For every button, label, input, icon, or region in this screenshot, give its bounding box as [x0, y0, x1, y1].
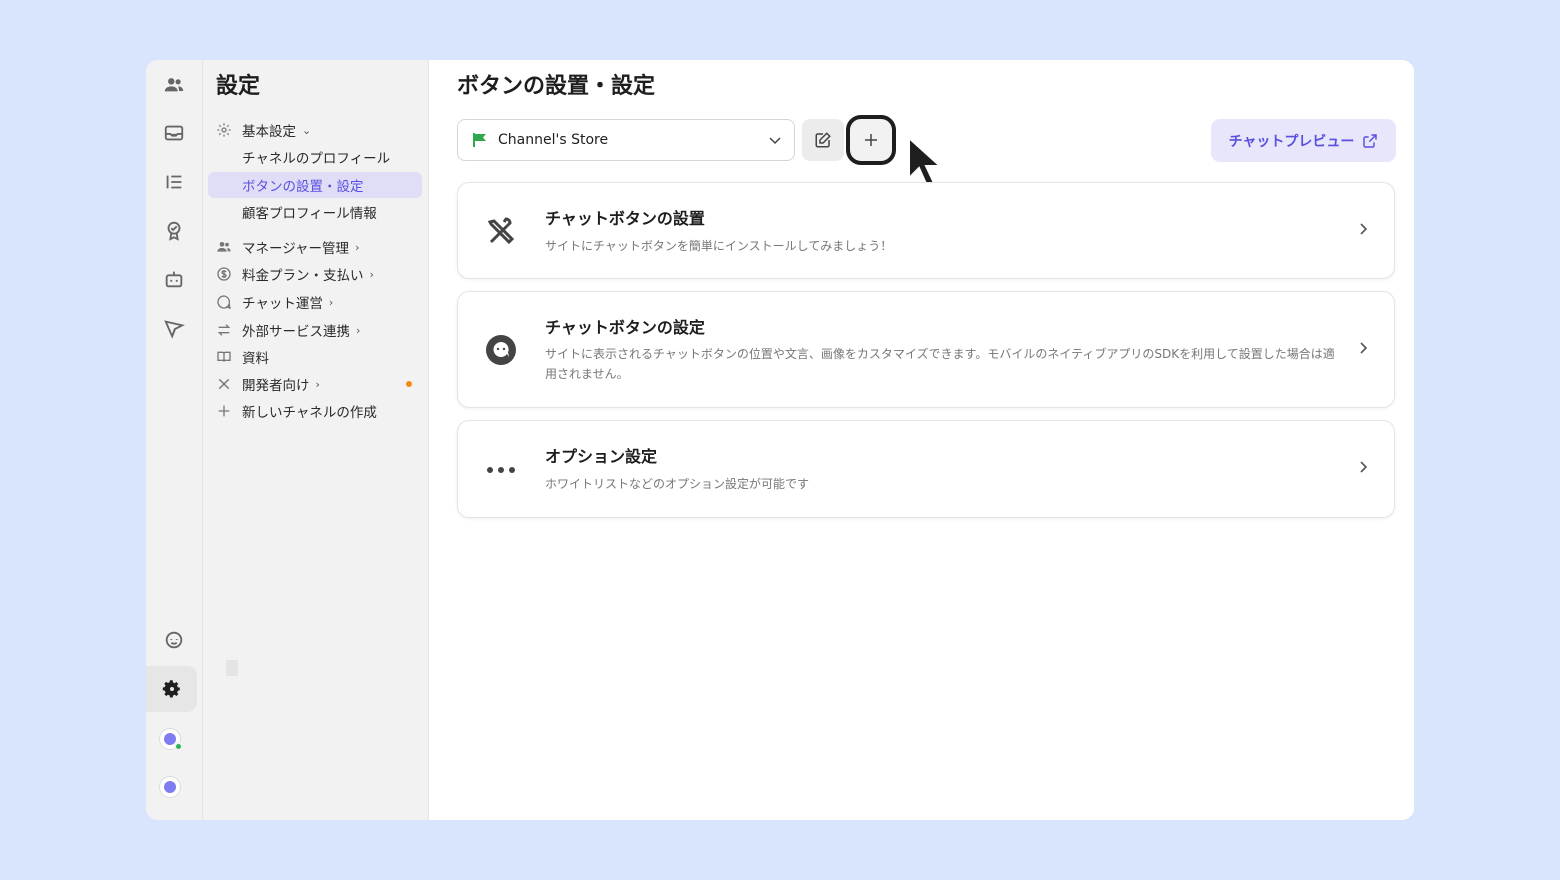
add-channel-button[interactable] — [846, 115, 896, 165]
card-install-button[interactable]: チャットボタンの設置 サイトにチャットボタンを簡単にインストールしてみましょう！ — [457, 182, 1395, 279]
nav-billing[interactable]: 料金プラン・支払い › — [208, 261, 422, 287]
avatar-face-icon — [164, 781, 176, 793]
nav-docs[interactable]: 資料 — [208, 344, 422, 370]
rail-settings-button[interactable] — [146, 666, 197, 712]
rail-campaign-button[interactable] — [151, 306, 197, 352]
nav-chat-ops[interactable]: チャット運営 › — [208, 289, 422, 315]
notification-dot — [406, 381, 412, 387]
nav-button-settings[interactable]: ボタンの設置・設定 — [208, 172, 422, 198]
dollar-icon — [215, 265, 233, 283]
tools-icon — [215, 375, 233, 393]
plus-icon — [865, 134, 877, 146]
edit-icon — [815, 132, 831, 148]
chevron-right-icon — [1360, 461, 1368, 473]
nav-manager[interactable]: マネージャー管理 › — [208, 234, 422, 260]
icon-rail — [146, 60, 203, 820]
nav-label: 基本設定 — [242, 124, 296, 140]
nav-label: 顧客プロフィール情報 — [242, 206, 377, 222]
chat-bubble-icon — [484, 333, 518, 367]
chevron-right-icon: › — [328, 295, 334, 309]
rail-inbox-button[interactable] — [151, 110, 197, 156]
book-icon — [215, 348, 233, 366]
chevron-right-icon: › — [356, 323, 361, 337]
rail-contacts-button[interactable] — [151, 62, 197, 108]
nav-label: 新しいチャネルの作成 — [242, 405, 377, 421]
people-icon — [164, 78, 184, 92]
chat-preview-button[interactable]: チャットプレビュー — [1211, 119, 1396, 162]
chevron-right-icon: › — [369, 267, 374, 281]
nav-label: チャネルのプロフィール — [242, 151, 391, 167]
card-description: ホワイトリストなどのオプション設定が可能です — [545, 477, 810, 491]
nav-label: ボタンの設置・設定 — [242, 179, 364, 195]
chat-face-icon — [165, 631, 183, 649]
rail-bot-button[interactable] — [151, 256, 197, 302]
bot-icon — [165, 271, 183, 288]
nav-channel-profile[interactable]: チャネルのプロフィール — [208, 144, 422, 170]
list-icon — [166, 175, 182, 189]
chevron-right-icon — [1360, 342, 1368, 354]
arrows-icon — [215, 321, 233, 339]
badge-icon — [167, 221, 181, 241]
rail-badge-button[interactable] — [151, 207, 197, 253]
main-content: ボタンの設置・設定 Channel's Store チャットプレビュー チャット… — [429, 60, 1414, 820]
nav-customer-profile[interactable]: 顧客プロフィール情報 — [208, 199, 422, 225]
online-status-dot — [174, 742, 183, 751]
card-button-settings[interactable]: チャットボタンの設定 サイトに表示されるチャットボタンの位置や文言、画像をカスタ… — [457, 291, 1395, 408]
more-icon — [484, 452, 518, 486]
nav-label: マネージャー管理 — [242, 241, 350, 257]
settings-panel: 設定 基本設定 ⌄ チャネルのプロフィール ボタンの設置・設定 顧客プロフィール… — [203, 60, 429, 820]
nav-label: 資料 — [242, 351, 269, 367]
scrollbar-thumb[interactable] — [226, 660, 238, 676]
nav-integrations[interactable]: 外部サービス連携 › — [208, 317, 422, 343]
card-description: サイトにチャットボタンを簡単にインストールしてみましょう！ — [545, 239, 893, 253]
chevron-right-icon — [1360, 223, 1368, 235]
card-option-settings[interactable]: オプション設定 ホワイトリストなどのオプション設定が可能です — [457, 420, 1395, 518]
nav-label: チャット運営 — [242, 296, 323, 312]
nav-label: 外部サービス連携 — [242, 324, 350, 340]
inbox-icon — [164, 125, 184, 141]
card-description: サイトに表示されるチャットボタンの位置や文言、画像をカスタマイズできます。モバイ… — [545, 347, 1335, 381]
chat-preview-label: チャットプレビュー — [1228, 133, 1355, 150]
flag-icon — [473, 133, 486, 147]
chat-icon — [215, 293, 233, 311]
chevron-right-icon: › — [355, 240, 360, 254]
card-title: チャットボタンの設置 — [545, 209, 705, 228]
channel-name: Channel's Store — [498, 132, 609, 148]
card-title: チャットボタンの設定 — [545, 318, 705, 337]
gear-icon — [215, 121, 233, 139]
people-icon — [215, 238, 233, 256]
external-link-icon — [1363, 133, 1378, 148]
nav-label: 料金プラン・支払い — [242, 268, 364, 284]
rail-chat-button[interactable] — [151, 617, 197, 663]
tools-icon — [484, 215, 518, 249]
nav-new-channel[interactable]: 新しいチャネルの作成 — [208, 398, 422, 424]
gear-icon — [162, 680, 180, 698]
nav-developers[interactable]: 開発者向け › — [208, 371, 422, 397]
page-title: ボタンの設置・設定 — [457, 74, 656, 99]
nav-label: 開発者向け — [242, 378, 310, 394]
user-avatar[interactable] — [159, 776, 181, 798]
card-title: オプション設定 — [545, 447, 658, 466]
chevron-down-icon — [769, 137, 781, 145]
rail-list-button[interactable] — [151, 159, 197, 205]
app-window: 設定 基本設定 ⌄ チャネルのプロフィール ボタンの設置・設定 顧客プロフィール… — [146, 60, 1414, 820]
chevron-down-icon: ⌄ — [302, 123, 312, 137]
plus-icon — [215, 402, 233, 420]
nav-basic-settings[interactable]: 基本設定 ⌄ — [208, 117, 422, 143]
panel-title: 設定 — [216, 74, 261, 99]
send-icon — [164, 320, 185, 339]
chevron-right-icon: › — [315, 377, 320, 391]
channel-select[interactable]: Channel's Store — [457, 119, 795, 161]
channel-avatar[interactable] — [159, 728, 183, 751]
edit-channel-button[interactable] — [802, 119, 844, 161]
